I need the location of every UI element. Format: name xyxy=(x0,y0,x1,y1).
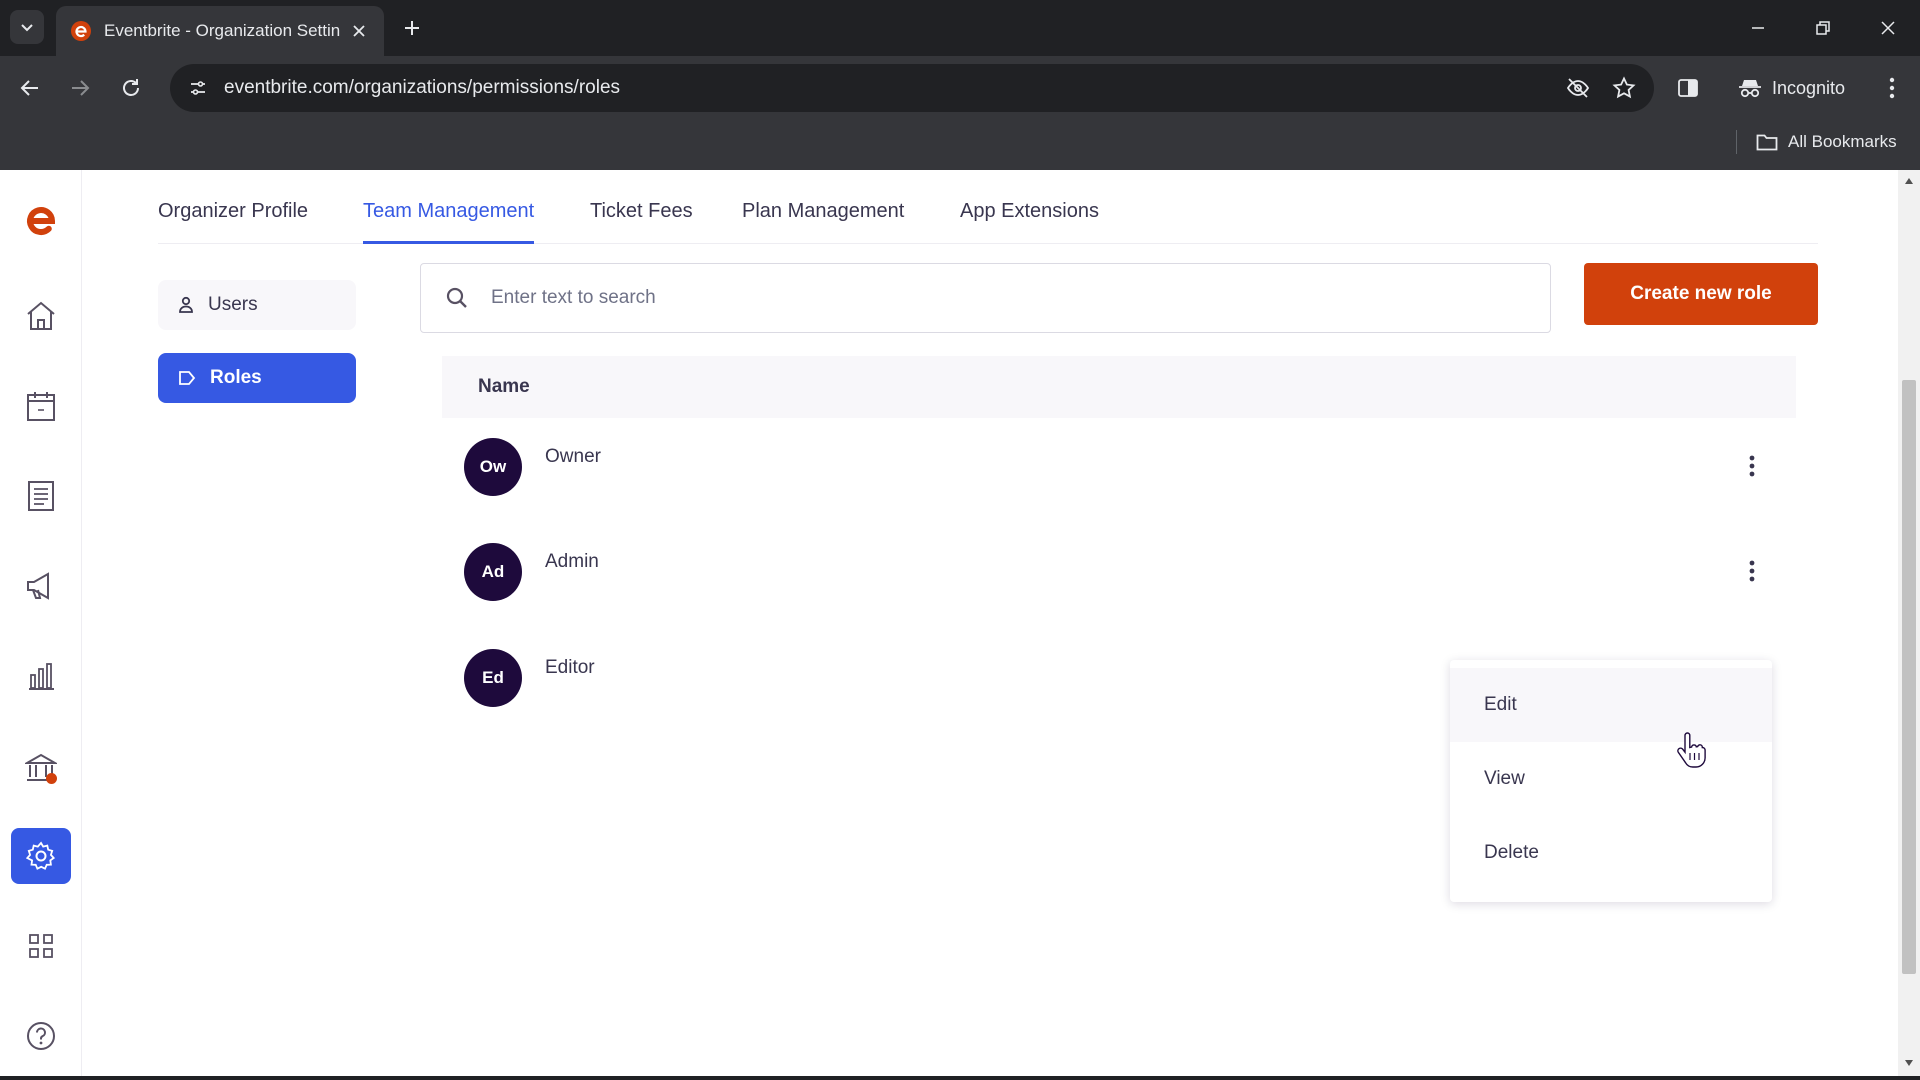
search-icon xyxy=(446,287,467,308)
tab-organizer-profile[interactable]: Organizer Profile xyxy=(158,200,308,244)
browser-tab-active[interactable]: Eventbrite - Organization Settin xyxy=(56,6,384,56)
settings-tabs: Organizer Profile Team Management Ticket… xyxy=(158,170,1818,244)
bookmarks-divider xyxy=(1736,130,1737,154)
more-vertical-icon xyxy=(1889,77,1895,99)
avatar: Ed xyxy=(464,649,522,707)
avatar: Ad xyxy=(464,543,522,601)
table-header-name: Name xyxy=(442,356,1796,418)
browser-toolbar: eventbrite.com/organizations/permissions… xyxy=(0,56,1920,120)
subnav-users[interactable]: Users xyxy=(158,280,356,330)
browser-tab-strip: Eventbrite - Organization Settin xyxy=(0,0,1920,56)
taskbar-edge xyxy=(0,1076,1920,1080)
role-name[interactable]: Owner xyxy=(545,446,601,468)
subnav-users-label: Users xyxy=(208,294,258,315)
url-text: eventbrite.com/organizations/permissions… xyxy=(224,77,621,98)
help-icon[interactable] xyxy=(11,1008,71,1064)
eventbrite-logo-icon[interactable] xyxy=(11,192,71,248)
tab-search-button[interactable] xyxy=(10,10,44,44)
apps-grid-icon[interactable] xyxy=(11,918,71,974)
side-panel-button[interactable] xyxy=(1670,70,1706,106)
left-navigation xyxy=(0,170,82,1080)
bookmarks-bar: All Bookmarks xyxy=(0,120,1920,170)
incognito-label: Incognito xyxy=(1772,77,1846,98)
tag-icon xyxy=(179,371,196,385)
menu-item-edit[interactable]: Edit xyxy=(1450,668,1772,742)
plus-icon xyxy=(405,21,419,35)
notification-dot xyxy=(46,773,57,784)
side-panel-icon xyxy=(1678,79,1698,97)
minimize-icon xyxy=(1752,27,1764,29)
table-row: Ad Admin xyxy=(442,537,1796,607)
restore-window-button[interactable] xyxy=(1801,8,1845,48)
browser-menu-button[interactable] xyxy=(1874,70,1910,106)
more-vertical-icon xyxy=(1749,455,1755,477)
close-window-button[interactable] xyxy=(1866,8,1910,48)
row-actions-button[interactable] xyxy=(1732,446,1772,486)
back-arrow-icon xyxy=(20,80,38,96)
scrollbar-thumb[interactable] xyxy=(1902,380,1916,974)
settings-gear-icon[interactable] xyxy=(11,828,71,884)
folder-icon xyxy=(1756,134,1778,151)
menu-item-view[interactable]: View xyxy=(1450,742,1772,816)
role-name[interactable]: Admin xyxy=(545,551,599,573)
orders-icon[interactable] xyxy=(11,468,71,524)
eye-off-icon[interactable] xyxy=(1562,72,1594,104)
tab-team-management[interactable]: Team Management xyxy=(363,200,535,244)
incognito-indicator[interactable]: Incognito xyxy=(1728,66,1858,110)
row-actions-menu: Edit View Delete xyxy=(1450,660,1772,902)
new-tab-button[interactable] xyxy=(396,12,428,44)
user-icon xyxy=(179,296,193,313)
site-info-icon[interactable] xyxy=(184,74,212,102)
address-bar[interactable]: eventbrite.com/organizations/permissions… xyxy=(170,64,1654,112)
finance-bank-icon[interactable] xyxy=(11,740,71,796)
reload-button[interactable] xyxy=(113,70,149,106)
role-name[interactable]: Editor xyxy=(545,657,595,679)
menu-item-delete[interactable]: Delete xyxy=(1450,816,1772,890)
back-button[interactable] xyxy=(12,70,48,106)
scroll-up-arrow-icon[interactable] xyxy=(1902,174,1916,188)
close-tab-icon[interactable] xyxy=(348,20,370,42)
hand-pointer-cursor-icon xyxy=(1677,732,1706,768)
app-page: Organizer Profile Team Management Ticket… xyxy=(0,170,1920,1080)
scroll-down-arrow-icon[interactable] xyxy=(1902,1056,1916,1070)
browser-tab-title: Eventbrite - Organization Settin xyxy=(104,21,340,40)
tab-plan-management[interactable]: Plan Management xyxy=(742,200,904,244)
reports-chart-icon[interactable] xyxy=(11,648,71,704)
minimize-window-button[interactable] xyxy=(1736,8,1780,48)
restore-icon xyxy=(1816,21,1830,35)
all-bookmarks-label: All Bookmarks xyxy=(1788,132,1897,151)
tab-app-extensions[interactable]: App Extensions xyxy=(960,200,1099,244)
row-actions-button[interactable] xyxy=(1732,551,1772,591)
subnav-roles-label: Roles xyxy=(210,367,262,388)
home-icon[interactable] xyxy=(11,288,71,344)
more-vertical-icon xyxy=(1749,560,1755,582)
avatar: Ow xyxy=(464,438,522,496)
search-placeholder: Enter text to search xyxy=(491,287,656,308)
table-row: Ow Owner xyxy=(442,432,1796,502)
forward-arrow-icon xyxy=(72,80,90,96)
eventbrite-favicon-icon xyxy=(70,20,92,42)
chevron-down-icon xyxy=(21,24,33,32)
tab-ticket-fees[interactable]: Ticket Fees xyxy=(590,200,693,244)
forward-button[interactable] xyxy=(62,70,98,106)
search-input[interactable]: Enter text to search xyxy=(420,263,1551,333)
close-icon xyxy=(1881,21,1895,35)
bookmark-star-icon[interactable] xyxy=(1608,72,1640,104)
megaphone-icon[interactable] xyxy=(11,558,71,614)
subnav-roles[interactable]: Roles xyxy=(158,353,356,403)
calendar-icon[interactable] xyxy=(11,378,71,434)
all-bookmarks-button[interactable]: All Bookmarks xyxy=(1756,126,1897,158)
reload-icon xyxy=(123,79,139,96)
create-new-role-button[interactable]: Create new role xyxy=(1584,263,1818,325)
incognito-icon xyxy=(1739,80,1761,98)
